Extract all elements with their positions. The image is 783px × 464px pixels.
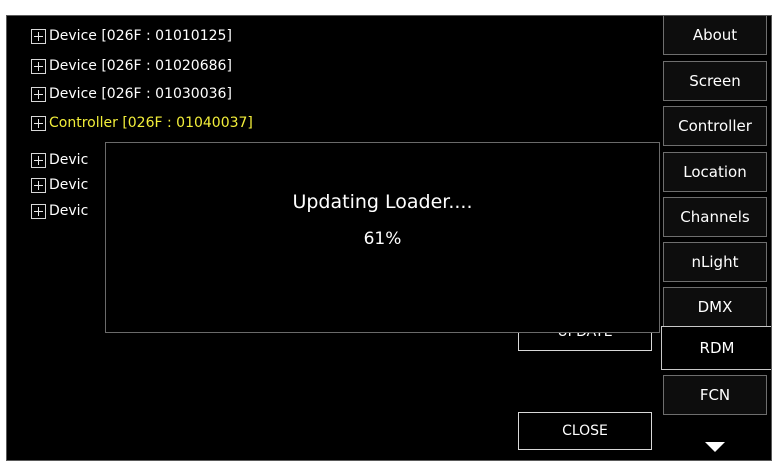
triangle-down-icon [705,442,725,452]
scroll-down-button[interactable] [663,435,767,459]
main-panel: Device [026F : 01010125] Device [026F : … [6,15,772,461]
tab-dmx[interactable]: DMX [663,287,767,327]
close-button[interactable]: CLOSE [518,412,652,450]
expand-icon[interactable] [31,152,46,168]
tree-item-label: Device [026F : 01020686] [49,58,232,74]
tab-nlight[interactable]: nLight [663,242,767,282]
tab-controller[interactable]: Controller [663,106,767,146]
tree-item-label: Devic [49,152,89,168]
tree-item-label: Devic [49,177,89,193]
progress-percent: 61% [363,229,402,249]
tree-item[interactable]: Devic [31,175,88,195]
tree-item[interactable]: Device [026F : 01010125] [31,26,232,46]
tree-item-label: Device [026F : 01030036] [49,86,232,102]
expand-icon[interactable] [31,203,46,219]
expand-icon[interactable] [31,28,46,44]
tree-item[interactable]: Devic [31,150,88,170]
tab-screen[interactable]: Screen [663,61,767,101]
tab-about[interactable]: About [663,16,767,55]
device-manager-screen: Device [026F : 01010125] Device [026F : … [0,0,783,464]
expand-icon[interactable] [31,86,46,102]
expand-icon[interactable] [31,177,46,193]
tab-channels[interactable]: Channels [663,197,767,237]
tree-item-label: Devic [49,203,89,219]
tree-item-label: Controller [026F : 01040037] [49,115,253,131]
expand-icon[interactable] [31,115,46,131]
tab-location[interactable]: Location [663,152,767,192]
tree-item[interactable]: Device [026F : 01020686] [31,56,232,76]
tree-item-label: Device [026F : 01010125] [49,28,232,44]
tab-fcn[interactable]: FCN [663,375,767,415]
tree-item[interactable]: Device [026F : 01030036] [31,84,232,104]
tree-item[interactable]: Devic [31,201,88,221]
dialog-title: Updating Loader.... [292,191,473,213]
tab-rdm[interactable]: RDM [661,326,771,370]
update-progress-dialog: Updating Loader.... 61% [105,142,660,333]
expand-icon[interactable] [31,58,46,74]
tree-item-selected[interactable]: Controller [026F : 01040037] [31,113,253,133]
